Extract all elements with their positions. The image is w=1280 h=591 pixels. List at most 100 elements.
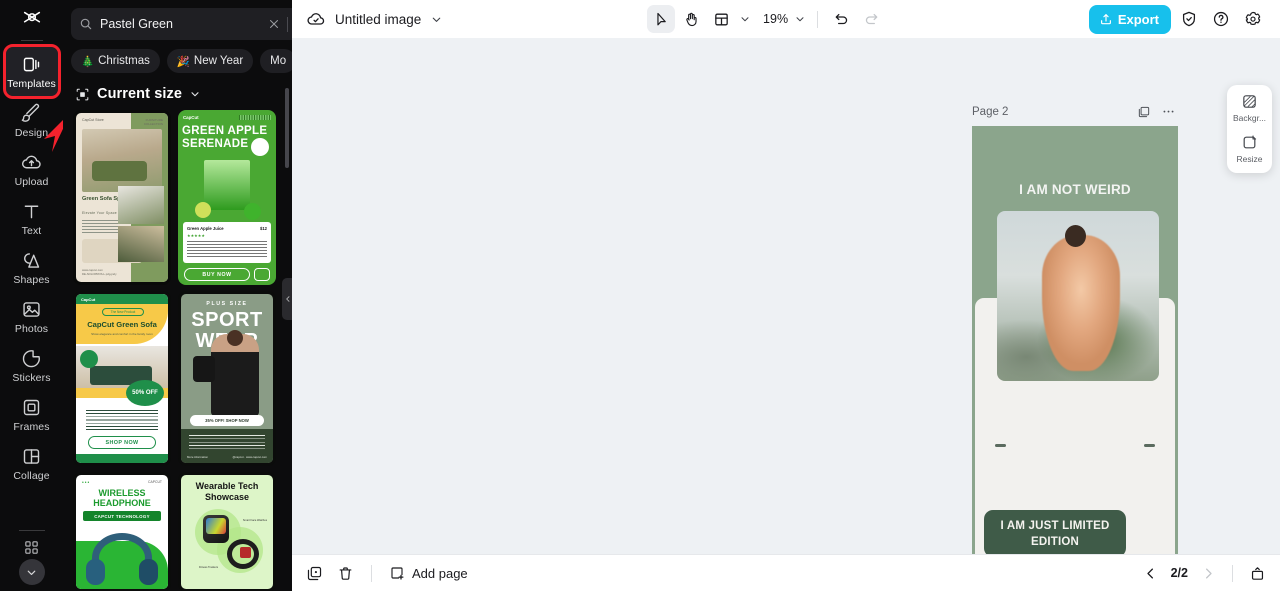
sidebar-item-label: Photos [14, 323, 49, 335]
duplicate-page-icon[interactable] [1137, 105, 1151, 119]
cursor-arrow-icon [656, 12, 666, 25]
toolbar-right-group: Export [1088, 4, 1267, 34]
rail-divider [20, 40, 43, 41]
selection-handle-left[interactable] [995, 444, 1006, 447]
artboard-title-text[interactable]: I AM NOT WEIRD [972, 182, 1178, 197]
template-thumbnail[interactable]: PLUS SIZE SPORT WEAR 35% OFF! SHOP NOW M… [178, 291, 276, 466]
sidebar-item-frames[interactable]: Frames [6, 390, 58, 439]
sidebar-item-design[interactable]: Design [6, 96, 58, 145]
panel-scrollbar[interactable] [285, 88, 289, 168]
sidebar-item-templates[interactable]: Templates [2, 44, 61, 99]
main-area: Untitled image 19% Export Page 2 I AM NO… [292, 0, 1280, 591]
undo-button[interactable] [827, 5, 855, 33]
left-nav-rail: Templates Design Upload Text Shapes Phot… [0, 0, 71, 591]
settings-button[interactable] [1239, 5, 1267, 33]
template-badge: CAPCUT TECHNOLOGY [83, 511, 161, 521]
canvas-area[interactable]: Page 2 I AM NOT WEIRD I AM JUST LIMITED … [292, 38, 1280, 554]
layout-tool-button[interactable] [707, 5, 735, 33]
sidebar-item-label: Templates [7, 78, 56, 90]
tag-chip-more[interactable]: Mo [260, 49, 292, 73]
redo-button[interactable] [857, 5, 885, 33]
current-size-selector[interactable]: Current size [63, 73, 292, 102]
layout-dropdown-button[interactable] [737, 6, 753, 32]
sidebar-item-collage[interactable]: Collage [6, 439, 58, 488]
sidebar-item-label: Design [14, 127, 49, 139]
chevron-down-icon [191, 92, 199, 97]
bottom-divider-2 [1232, 564, 1233, 582]
template-price: $12 [260, 226, 267, 231]
artboard[interactable]: I AM NOT WEIRD I AM JUST LIMITED EDITION [972, 126, 1178, 554]
template-thumbnail[interactable]: CapCut The New Product CapCut Green Sofa… [73, 291, 171, 466]
bottom-right-group: 2/2 [1143, 564, 1266, 582]
photo-subject-head [1065, 224, 1087, 247]
panel-collapse-handle[interactable] [282, 278, 292, 320]
bottom-bar: Add page 2/2 [292, 554, 1280, 591]
hand-tool-button[interactable] [677, 5, 705, 33]
quick-actions-panel: Backgr... Resize [1227, 85, 1272, 173]
selection-handles [995, 422, 1155, 469]
artboard-badge-text[interactable]: I AM JUST LIMITED EDITION [984, 510, 1126, 554]
present-icon[interactable] [1249, 565, 1266, 582]
template-thumbnail[interactable]: ••• CAPCUT WIRELESS HEADPHONE CAPCUT TEC… [73, 472, 171, 591]
background-button[interactable]: Backgr... [1227, 93, 1272, 123]
sidebar-item-stickers[interactable]: Stickers [6, 341, 58, 390]
hand-icon [685, 12, 697, 26]
apps-grid-icon[interactable] [23, 539, 40, 556]
template-discount: 50% OFF [126, 380, 164, 406]
template-thumbnail[interactable]: CapCut Store FURNITURE COLLECTION Green S… [73, 110, 171, 285]
sidebar-item-photos[interactable]: Photos [6, 292, 58, 341]
toolbar-center-group: 19% [647, 5, 885, 33]
chevron-down-icon[interactable] [430, 13, 443, 26]
sidebar-item-upload[interactable]: Upload [6, 145, 58, 194]
background-icon [1243, 95, 1256, 108]
frames-icon [23, 399, 40, 416]
duplicate-icon[interactable] [306, 565, 323, 582]
more-dots-icon[interactable] [1161, 104, 1176, 119]
sidebar-item-shapes[interactable]: Shapes [6, 243, 58, 292]
template-eyebrow: The New Product [102, 308, 144, 316]
capcut-logo-icon[interactable] [0, 0, 63, 38]
help-button[interactable] [1207, 5, 1235, 33]
chevron-left-icon[interactable] [1143, 566, 1158, 581]
search-input[interactable] [100, 17, 261, 31]
trash-icon[interactable] [337, 565, 354, 582]
upload-cloud-icon [21, 155, 41, 169]
tag-chip-new-year[interactable]: 🎉 New Year [166, 49, 254, 73]
templates-panel: 🎄 Christmas 🎉 New Year Mo Current size [63, 0, 292, 591]
selection-handle-right[interactable] [1144, 444, 1155, 447]
template-product: Green Apple Juice [187, 226, 224, 231]
chevron-down-icon [741, 17, 749, 22]
search-box[interactable] [71, 8, 292, 40]
template-brand: CapCut [183, 115, 199, 120]
resize-button[interactable]: Resize [1227, 134, 1272, 164]
rail-bottom-group [0, 530, 63, 585]
chevron-down-icon [796, 17, 804, 22]
redo-icon [865, 13, 877, 24]
template-brand: CAPCUT [148, 480, 162, 484]
tag-chip-christmas[interactable]: 🎄 Christmas [71, 49, 160, 73]
template-thumbnail[interactable]: CapCut GREEN APPLE SERENADE Green Apple … [178, 110, 276, 285]
sidebar-item-text[interactable]: Text [6, 194, 58, 243]
sidebar-item-label: Stickers [12, 372, 51, 384]
collage-icon [23, 449, 40, 464]
template-subhead: Elevate Your Space [82, 211, 117, 215]
tag-label: Mo [270, 55, 287, 67]
chevron-right-icon[interactable] [1201, 566, 1216, 581]
export-button[interactable]: Export [1088, 4, 1171, 34]
template-thumbnail[interactable]: Wearable Tech Showcase Smart Face Watche… [178, 472, 276, 591]
zoom-dropdown-button[interactable] [792, 6, 808, 32]
artboard-photo[interactable] [997, 211, 1159, 381]
tag-chips: 🎄 Christmas 🎉 New Year Mo [63, 40, 292, 73]
add-page-label: Add page [412, 565, 468, 581]
close-icon[interactable] [268, 18, 280, 30]
cloud-saved-icon[interactable] [306, 9, 326, 29]
select-tool-button[interactable] [647, 5, 676, 33]
template-cta: SHOP NOW [88, 436, 156, 449]
add-page-button[interactable]: Add page [389, 565, 468, 581]
sidebar-item-label: Text [21, 225, 42, 237]
rail-divider-bottom [18, 530, 45, 531]
document-title[interactable]: Untitled image [335, 12, 421, 27]
export-upload-icon [1100, 14, 1111, 25]
rail-collapse-button[interactable] [18, 559, 45, 585]
shield-button[interactable] [1175, 5, 1203, 33]
